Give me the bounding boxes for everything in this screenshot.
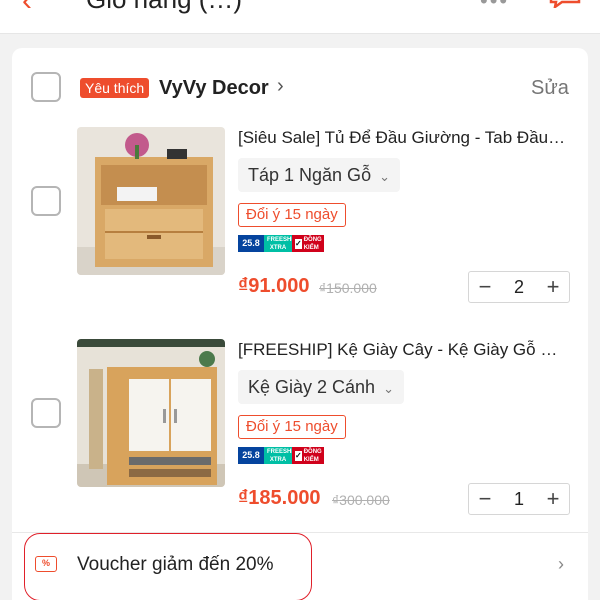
quantity-stepper: − 2 +	[468, 271, 570, 303]
quantity-value[interactable]: 2	[501, 272, 537, 302]
product-image[interactable]	[77, 127, 225, 275]
item-checkbox[interactable]	[31, 398, 61, 428]
increase-button[interactable]: +	[537, 484, 569, 514]
sale-price: ₫91.000	[238, 275, 310, 297]
product-name[interactable]: [Siêu Sale] Tủ Để Đầu Giường - Tab Đầu G…	[238, 127, 568, 149]
original-price: ₫300.000	[332, 492, 390, 508]
promo-badges: 25.8 FREESHIP XTRA ✓ ĐỒNG KIỂM	[238, 447, 324, 464]
quantity-value[interactable]: 1	[501, 484, 537, 514]
sale-date-badge: 25.8	[238, 447, 264, 464]
inspection-badge: ✓ ĐỒNG KIỂM	[292, 235, 324, 252]
return-policy-tag: Đổi ý 15 ngày	[238, 415, 346, 439]
variant-label: Kệ Giày 2 Cánh	[248, 377, 376, 397]
variant-selector[interactable]: Táp 1 Ngăn Gỗ ⌄	[238, 158, 400, 192]
variant-selector[interactable]: Kệ Giày 2 Cánh ⌄	[238, 370, 404, 404]
top-bar: ‹ Giỏ hàng (…) •••	[0, 0, 600, 34]
chevron-down-icon: ⌄	[383, 381, 394, 396]
voucher-text: Voucher giảm đến 20%	[77, 554, 274, 575]
shop-checkbox[interactable]	[31, 72, 61, 102]
promo-badges: 25.8 FREESHIP XTRA ✓ ĐỒNG KIỂM	[238, 235, 324, 252]
original-price: ₫150.000	[319, 280, 377, 296]
product-name[interactable]: [FREESHIP] Kệ Giày Cây - Kệ Giày Gỗ Cao …	[238, 339, 568, 361]
check-icon: ✓	[295, 239, 302, 249]
chat-icon[interactable]	[548, 0, 582, 10]
product-image[interactable]	[77, 339, 225, 487]
sale-price: ₫185.000	[238, 487, 321, 509]
decrease-button[interactable]: −	[469, 484, 501, 514]
shop-voucher-row[interactable]: % Voucher giảm đến 20%	[24, 533, 312, 600]
decrease-button[interactable]: −	[469, 272, 501, 302]
cart-item: [Siêu Sale] Tủ Để Đầu Giường - Tab Đầu G…	[12, 127, 588, 327]
item-checkbox[interactable]	[31, 186, 61, 216]
quantity-stepper: − 1 +	[468, 483, 570, 515]
page-title: Giỏ hàng (…)	[86, 0, 242, 14]
chevron-right-icon[interactable]: ›	[277, 74, 284, 98]
shop-name[interactable]: VyVy Decor	[159, 76, 269, 100]
increase-button[interactable]: +	[537, 272, 569, 302]
favorite-shop-tag: Yêu thích	[80, 78, 150, 98]
chevron-down-icon: ⌄	[379, 169, 390, 184]
more-icon[interactable]: •••	[480, 0, 509, 14]
shop-cart-card: Yêu thích VyVy Decor › Sửa [Siêu Sale] T…	[12, 48, 588, 600]
inspection-label: ĐỒNG KIỂM	[303, 237, 322, 251]
edit-button[interactable]: Sửa	[531, 76, 569, 100]
cart-item: [FREESHIP] Kệ Giày Cây - Kệ Giày Gỗ Cao …	[12, 339, 588, 539]
check-icon: ✓	[295, 451, 302, 461]
inspection-badge: ✓ ĐỒNG KIỂM	[292, 447, 324, 464]
freeship-badge: FREESHIP XTRA	[264, 447, 297, 464]
sale-date-badge: 25.8	[238, 235, 264, 252]
return-policy-tag: Đổi ý 15 ngày	[238, 203, 346, 227]
voucher-percent-icon: %	[35, 556, 57, 572]
inspection-label: ĐỒNG KIỂM	[303, 449, 322, 463]
arrow-left-icon[interactable]: ‹	[22, 0, 32, 16]
chevron-right-icon[interactable]: ›	[558, 553, 564, 575]
freeship-badge: FREESHIP XTRA	[264, 235, 297, 252]
variant-label: Táp 1 Ngăn Gỗ	[248, 165, 372, 185]
